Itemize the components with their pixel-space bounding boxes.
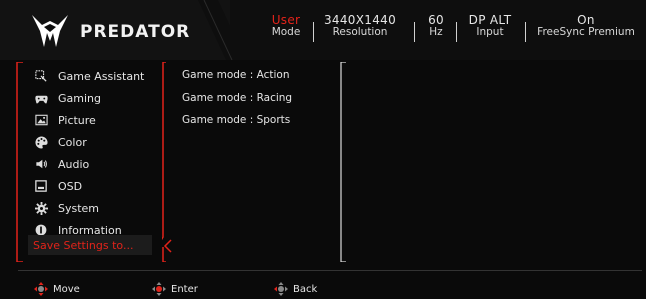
- footer-back: Back: [274, 282, 317, 296]
- status-separator: [414, 22, 415, 42]
- status-separator: [313, 22, 314, 42]
- menu-item-osd[interactable]: OSD: [34, 176, 164, 196]
- menu-item-label: Picture: [58, 113, 96, 127]
- gamepad-icon: [34, 91, 48, 105]
- dpad-back-icon: [274, 282, 288, 296]
- footer-label: Move: [53, 283, 80, 295]
- footer-divider: [18, 270, 642, 271]
- save-settings-button[interactable]: Save Settings to...: [28, 235, 152, 255]
- status-mode: User Mode: [262, 14, 310, 38]
- menu-item-label: Game Assistant: [58, 69, 145, 83]
- menu-item-label: System: [58, 201, 100, 215]
- dpad-move-icon: [34, 282, 48, 296]
- status-mode-label: Mode: [271, 26, 301, 38]
- panel-bracket: [340, 62, 346, 262]
- header-divider: [198, 0, 246, 60]
- status-resolution-label: Resolution: [332, 26, 388, 38]
- speaker-icon: [34, 157, 48, 171]
- menu-bracket: [16, 62, 23, 262]
- status-separator: [525, 22, 526, 42]
- osd-icon: [34, 179, 48, 193]
- predator-logo-icon: [32, 15, 68, 47]
- submenu-item-sports[interactable]: Game mode : Sports: [182, 114, 290, 126]
- status-refresh-label: Hz: [429, 26, 443, 38]
- menu-item-gaming[interactable]: Gaming: [34, 88, 164, 108]
- submenu-item-action[interactable]: Game mode : Action: [182, 69, 289, 81]
- menu-item-label: Audio: [58, 157, 90, 171]
- menu-item-system[interactable]: System: [34, 198, 164, 218]
- status-refresh: 60 Hz: [420, 14, 452, 38]
- status-freesync-value: On: [577, 13, 595, 27]
- status-input: DP ALT Input: [460, 14, 520, 38]
- menu-item-color[interactable]: Color: [34, 132, 164, 152]
- status-freesync-label: FreeSync Premium: [537, 26, 635, 38]
- logo-area: PREDATOR: [0, 0, 230, 60]
- header-bar: PREDATOR User Mode 3440X1440 Resolution …: [0, 0, 646, 60]
- menu-item-label: Gaming: [58, 91, 101, 105]
- palette-icon: [34, 135, 48, 149]
- footer-label: Back: [293, 283, 318, 295]
- status-resolution: 3440X1440 Resolution: [316, 14, 404, 38]
- menu-item-label: Color: [58, 135, 87, 149]
- dpad-enter-icon: [152, 282, 166, 296]
- status-refresh-value: 60: [428, 13, 444, 27]
- menu-item-picture[interactable]: Picture: [34, 110, 164, 130]
- status-resolution-value: 3440X1440: [324, 13, 396, 27]
- status-separator: [456, 22, 457, 42]
- footer-label: Enter: [171, 283, 198, 295]
- submenu-item-racing[interactable]: Game mode : Racing: [182, 92, 292, 104]
- menu-item-game-assistant[interactable]: Game Assistant: [34, 66, 164, 86]
- status-input-value: DP ALT: [468, 13, 512, 27]
- status-input-label: Input: [476, 26, 504, 38]
- gear-icon: [34, 201, 48, 215]
- osd-window: PREDATOR User Mode 3440X1440 Resolution …: [0, 0, 646, 299]
- status-freesync: On FreeSync Premium: [530, 14, 642, 38]
- picture-icon: [34, 113, 48, 127]
- brand-wordmark: PREDATOR: [80, 22, 191, 42]
- menu-item-label: OSD: [58, 179, 83, 193]
- menu-item-audio[interactable]: Audio: [34, 154, 164, 174]
- status-mode-value: User: [271, 13, 301, 27]
- footer-move: Move: [34, 282, 80, 296]
- game-assistant-icon: [34, 69, 48, 83]
- footer-enter: Enter: [152, 282, 198, 296]
- selection-bracket: [162, 62, 172, 262]
